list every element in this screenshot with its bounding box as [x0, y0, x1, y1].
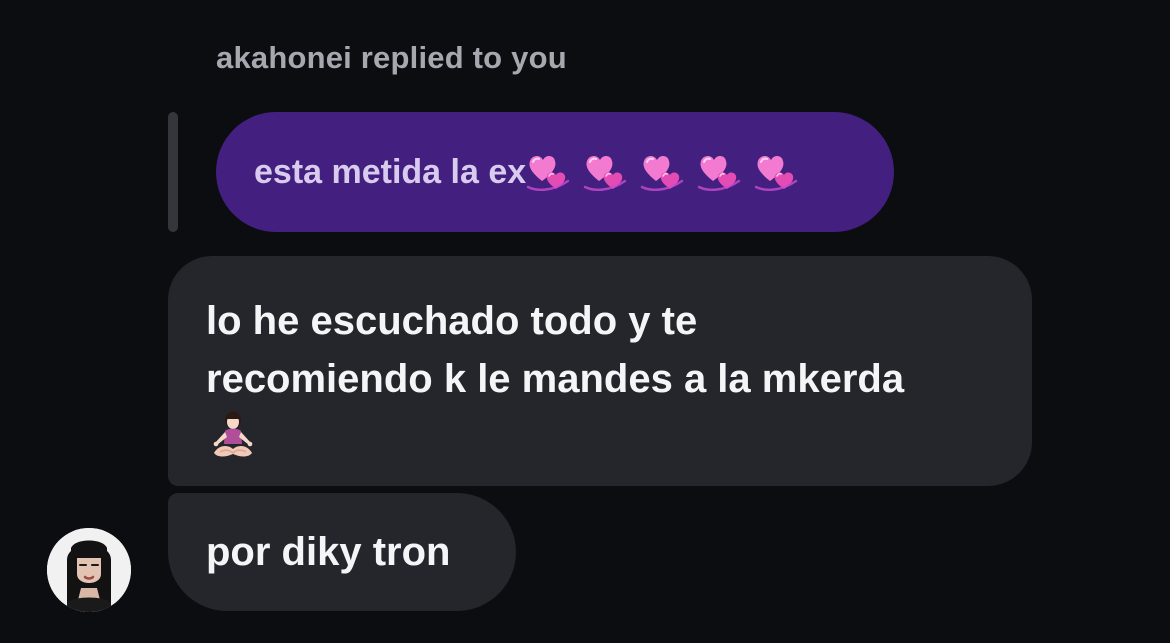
message-line: recomiendo k le mandes a la mkerda	[206, 357, 905, 401]
quoted-message-bubble[interactable]: esta metida la ex	[216, 112, 894, 232]
message-thread: akahonei replied to you esta metida la e…	[0, 0, 1170, 643]
reply-indicator-bar	[168, 112, 178, 232]
message-line: lo he escuchado todo y te	[206, 299, 698, 343]
message-text: por diky tron	[206, 529, 451, 574]
revolving-hearts-icon	[583, 151, 629, 193]
reply-header: akahonei replied to you	[216, 40, 567, 75]
person-in-lotus-position-icon	[213, 411, 253, 457]
message-bubble[interactable]: lo he escuchado todo y te recomiendo k l…	[168, 256, 1032, 486]
quoted-message-emojis	[526, 151, 811, 193]
revolving-hearts-icon	[526, 151, 572, 193]
avatar-portrait-icon	[47, 528, 131, 612]
revolving-hearts-icon	[697, 151, 743, 193]
sender-avatar[interactable]	[47, 528, 131, 612]
message-bubble[interactable]: por diky tron	[168, 493, 516, 611]
quoted-message-text: esta metida la ex	[254, 152, 527, 191]
revolving-hearts-icon	[754, 151, 800, 193]
revolving-hearts-icon	[640, 151, 686, 193]
